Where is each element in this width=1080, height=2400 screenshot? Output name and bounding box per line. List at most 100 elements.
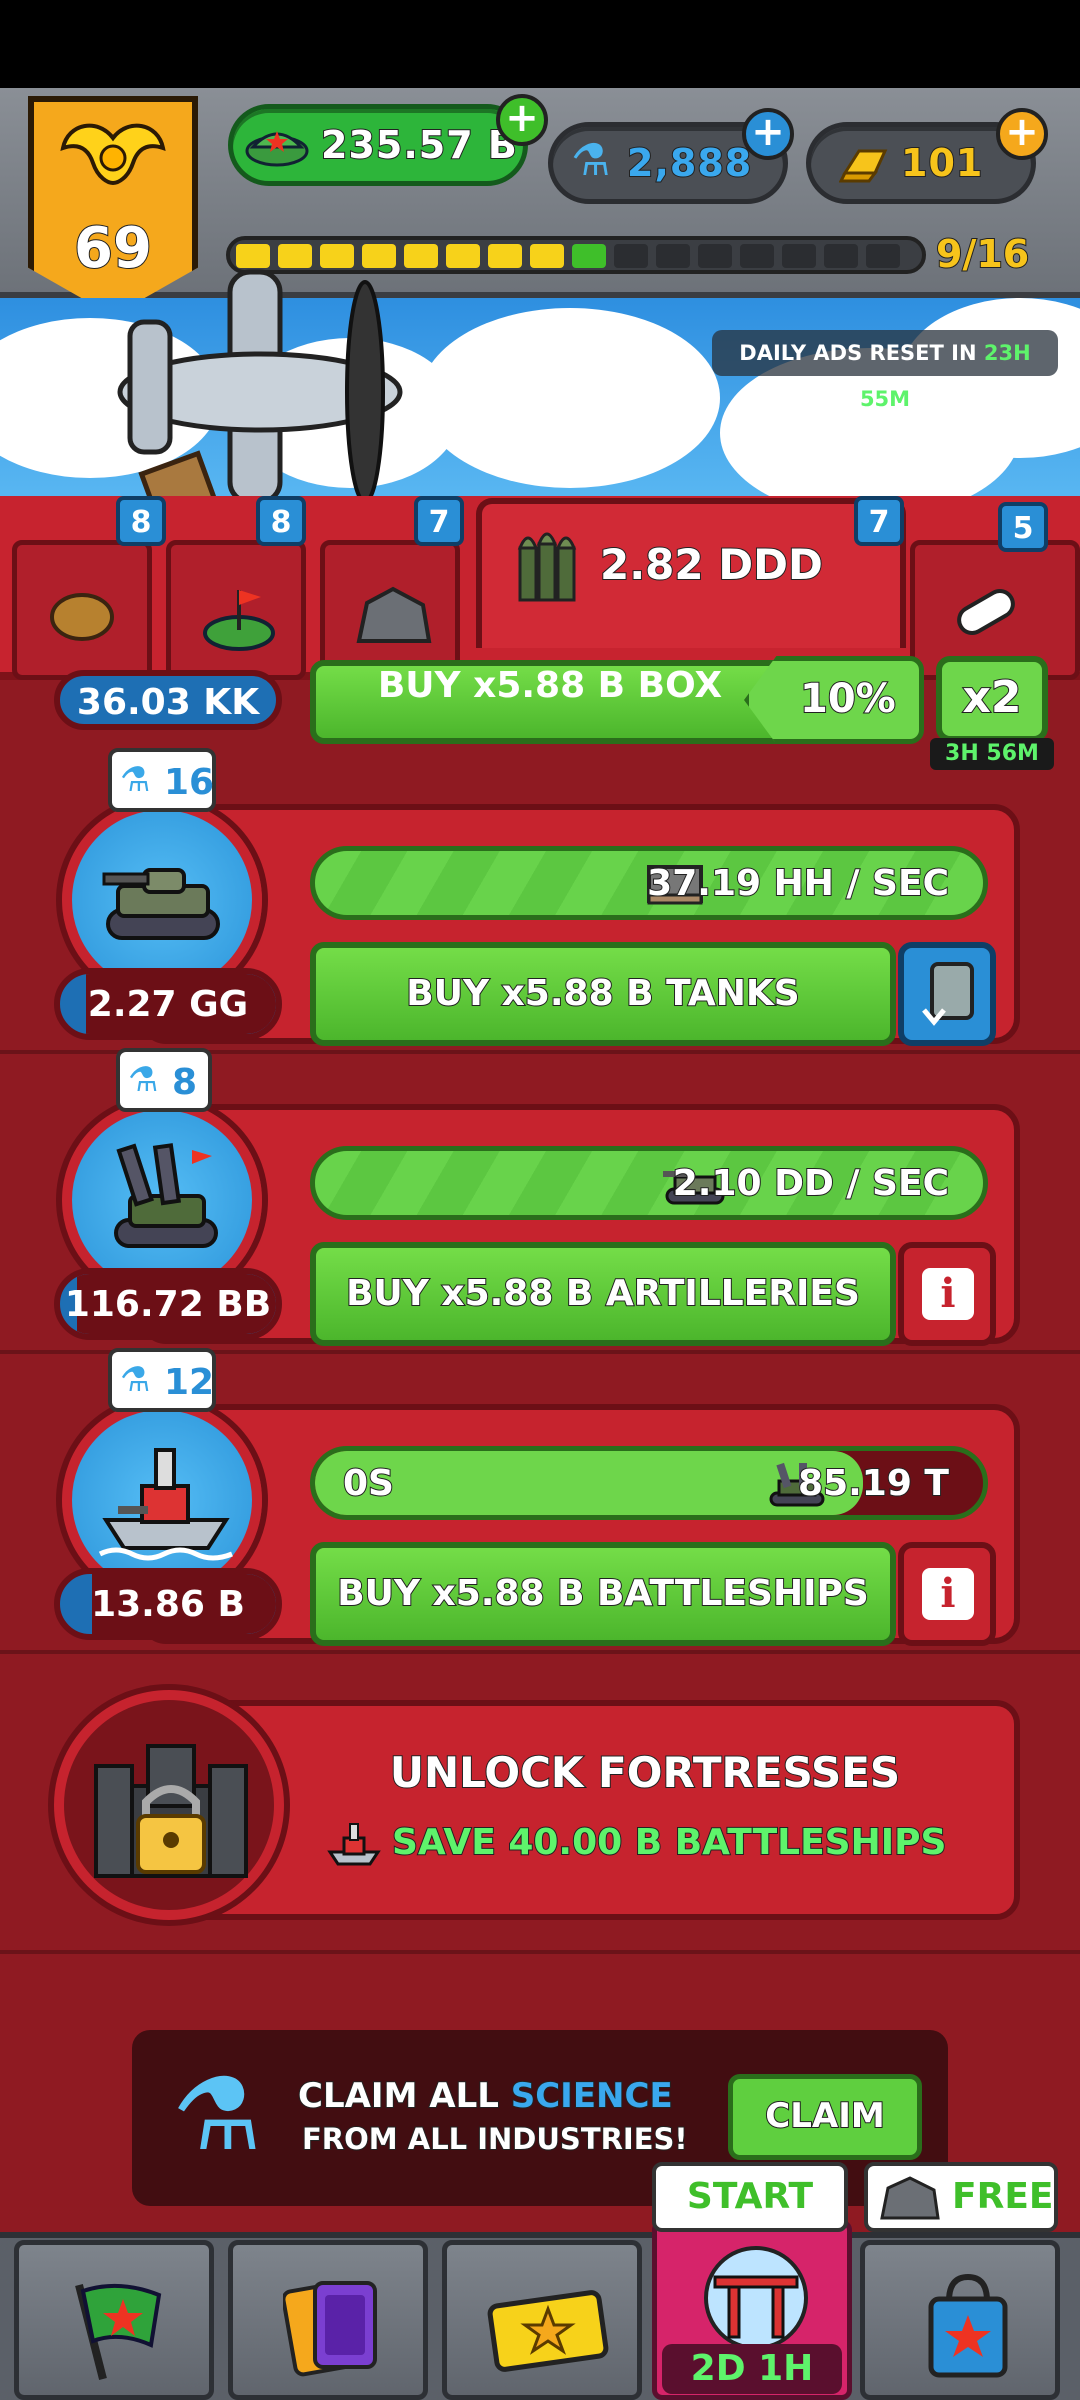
add-science-button[interactable]: + [742,108,794,160]
science-flask-icon: ⚗ [128,1060,159,1100]
artilleries-info-button[interactable]: i [898,1242,996,1346]
artilleries-count: 116.72 BB [64,1284,272,1325]
cash-pill[interactable]: 235.57 B [228,104,528,186]
battleships-rate-bar: 0S 85.19 T [310,1446,988,1520]
claim-highlight: SCIENCE [510,2075,674,2117]
x2-boost-timer: 3H 56M [930,738,1054,770]
add-gold-button[interactable]: + [996,108,1048,160]
info-icon: i [922,1268,974,1320]
battleships-science-value: 12 [164,1362,215,1403]
artilleries-count-pill: 116.72 BB [54,1268,282,1340]
x2-boost-button[interactable]: x2 [936,656,1048,742]
battleships-info-button[interactable]: i [898,1542,996,1646]
add-cash-button[interactable]: + [496,94,548,146]
science-flask-icon: ⚗ [571,135,611,186]
boost-percent: 10% [799,675,897,723]
battleships-count: 13.86 B [91,1584,245,1625]
shopping-bag-icon [928,2273,1008,2378]
artillery-icon [114,1143,218,1248]
winged-emblem-icon [60,123,166,186]
buy-battleships-button[interactable]: BUY x5.88 B BATTLESHIPS [310,1542,896,1646]
artilleries-rate-bar: 2.10 DD / SEC [310,1146,988,1220]
battleship-icon [98,1448,233,1561]
ammo-total: 2.82 DDD [599,539,824,590]
ore-rock-icon [356,586,432,643]
level-progress-segment [572,244,606,268]
nav-pass[interactable] [442,2240,642,2400]
supply-plane-icon[interactable] [110,262,410,532]
nav-cards[interactable] [228,2240,428,2400]
level-progress-segment [824,244,858,268]
ammo-count-badge: 7 [854,496,904,546]
artilleries-science-value: 8 [172,1062,198,1103]
potato-icon [50,593,114,641]
tanks-count-pill: 2.27 GG [54,968,282,1040]
star-flag-icon [75,2283,162,2380]
start-event-tag[interactable]: START [652,2162,848,2232]
tanks-science-tag: ⚗ 16 [108,748,216,812]
artilleries-science-tag: ⚗ 8 [116,1048,212,1112]
field-count-badge: 8 [256,496,306,546]
gold-amount: 101 [900,140,984,186]
cards-icon [283,2281,377,2377]
level-progress-segment [530,244,564,268]
cash-amount: 235.57 B [320,122,518,168]
tanks-rate: 37.19 HH / SEC [646,862,950,905]
locked-fortress-icon [94,1744,248,1878]
buy-tanks-button[interactable]: BUY x5.88 B TANKS [310,942,896,1046]
buy-artilleries-button[interactable]: BUY x5.88 B ARTILLERIES [310,1242,896,1346]
level-progress-segment [614,244,648,268]
level-progress-text: 9/16 [935,231,1030,277]
box-count: 36.03 KK [76,682,260,723]
info-icon: i [922,1568,974,1620]
event-timer: 2D 1H [662,2344,842,2394]
daily-ads-reset-timer: DAILY ADS RESET IN 23H 55M [712,330,1058,411]
science-flask-icon: ⚗ [120,760,151,800]
claim-science-line1: CLAIM ALL SCIENCE [297,2075,674,2117]
battleships-science-tag: ⚗ 12 [108,1348,216,1412]
free-offer-tag[interactable]: FREE [864,2162,1058,2232]
level-progress-segment [740,244,774,268]
free-label: FREE [952,2176,1054,2217]
status-bar [0,0,1080,88]
shrine-gate-icon [704,2246,808,2350]
ore-count-badge: 7 [414,496,464,546]
artilleries-rate: 2.10 DD / SEC [672,1162,950,1205]
resource-tab-field[interactable] [166,540,306,680]
buy-box-label: BUY x5.88 B BOX [377,665,723,706]
resource-tab-potato[interactable] [12,540,152,680]
level-progress-segment [782,244,816,268]
level-progress-segment [698,244,732,268]
field-flag-icon [203,590,275,651]
science-flask-icon: ⚗ [120,1360,151,1400]
potato-count-badge: 8 [116,496,166,546]
battleship-small-icon [327,1823,381,1866]
army-cap-icon [245,131,309,167]
nav-shop[interactable] [860,2240,1060,2400]
buy-box-button[interactable]: BUY x5.88 B BOX [310,660,790,744]
extra-count-badge: 5 [998,502,1048,552]
nav-missions[interactable] [14,2240,214,2400]
tanks-rate-bar: 37.19 HH / SEC [310,846,988,920]
tanks-science-value: 16 [164,762,215,803]
fortress-locked-circle [54,1690,284,1920]
tanks-count: 2.27 GG [87,984,249,1025]
pill-capsule-icon [957,589,1015,635]
gold-bar-icon [839,149,888,183]
star-ticket-icon [487,2290,609,2372]
ammo-bullets-icon [517,532,577,602]
unlock-requirement: SAVE 40.00 B BATTLESHIPS [391,1821,947,1864]
tanks-swap-button[interactable] [898,942,996,1046]
swap-card-icon [922,962,974,1026]
battleships-timer: 0S [342,1462,395,1505]
battleships-count-pill: 13.86 B [54,1568,282,1640]
box-count-pill: 36.03 KK [54,670,282,730]
level-progress-segment [656,244,690,268]
claim-prefix: CLAIM ALL [297,2075,511,2117]
ads-reset-label: DAILY ADS RESET IN [739,341,984,365]
claim-button[interactable]: CLAIM [728,2074,922,2160]
battleships-rate: 85.19 T [797,1462,950,1505]
unlock-title: UNLOCK FORTRESSES [389,1747,901,1798]
tank-icon [102,868,220,940]
resource-tab-ore[interactable] [320,540,460,680]
